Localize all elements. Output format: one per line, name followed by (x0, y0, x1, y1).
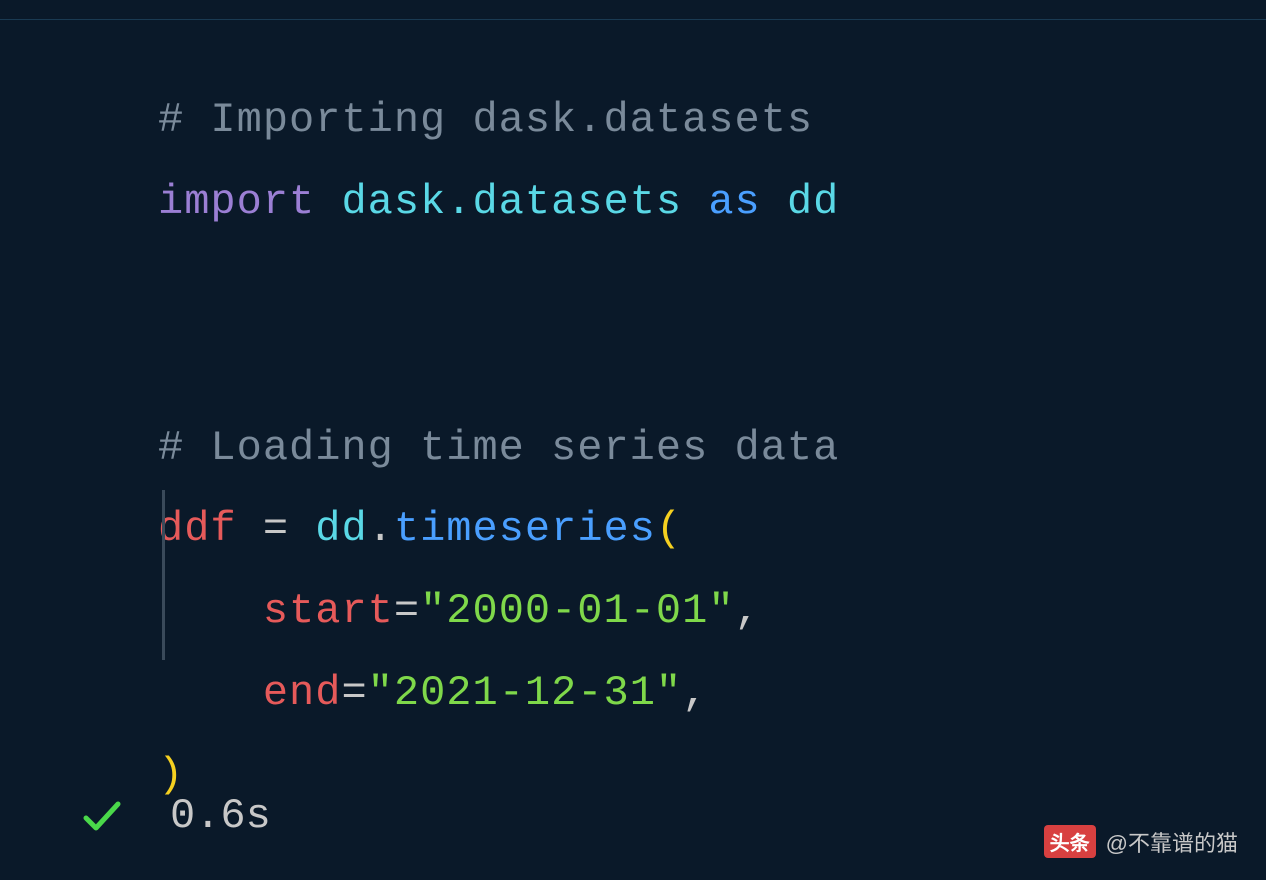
comma: , (682, 669, 708, 717)
code-line: # Loading time series data (158, 408, 1266, 490)
keyword-as: as (708, 178, 760, 226)
code-block: # Importing dask.datasets import dask.da… (0, 20, 1266, 817)
assign: = (394, 587, 420, 635)
top-border (0, 0, 1266, 20)
code-line: import dask.datasets as dd (158, 162, 1266, 244)
paren-open: ( (656, 505, 682, 553)
blank-line (158, 326, 1266, 408)
code-line: ddf = dd.timeseries( (158, 489, 1266, 571)
assign: = (341, 669, 367, 717)
indent-guide (162, 490, 165, 660)
code-line: # Importing dask.datasets (158, 80, 1266, 162)
execution-time: 0.6s (170, 792, 271, 840)
object: dd (315, 505, 367, 553)
comma: , (735, 587, 761, 635)
watermark-text: @不靠谱的猫 (1106, 826, 1238, 858)
code-line: end="2021-12-31", (158, 653, 1266, 735)
operator: = (237, 505, 316, 553)
code-line: ) (158, 735, 1266, 817)
comment: # Importing dask.datasets (158, 96, 813, 144)
string-literal: "2021-12-31" (368, 669, 682, 717)
execution-status: 0.6s (78, 792, 271, 840)
keyword-import: import (158, 178, 315, 226)
param-name: start (263, 587, 394, 635)
alias-name: dd (787, 178, 839, 226)
variable: ddf (158, 505, 237, 553)
function-name: timeseries (394, 505, 656, 553)
watermark-badge: 头条 (1044, 825, 1096, 858)
module-name: dask.datasets (341, 178, 682, 226)
check-icon (78, 792, 126, 840)
string-literal: "2000-01-01" (420, 587, 734, 635)
watermark: 头条 @不靠谱的猫 (1044, 825, 1238, 858)
param-name: end (263, 669, 342, 717)
blank-line (158, 244, 1266, 326)
dot: . (368, 505, 394, 553)
code-line: start="2000-01-01", (158, 571, 1266, 653)
comment: # Loading time series data (158, 424, 839, 472)
